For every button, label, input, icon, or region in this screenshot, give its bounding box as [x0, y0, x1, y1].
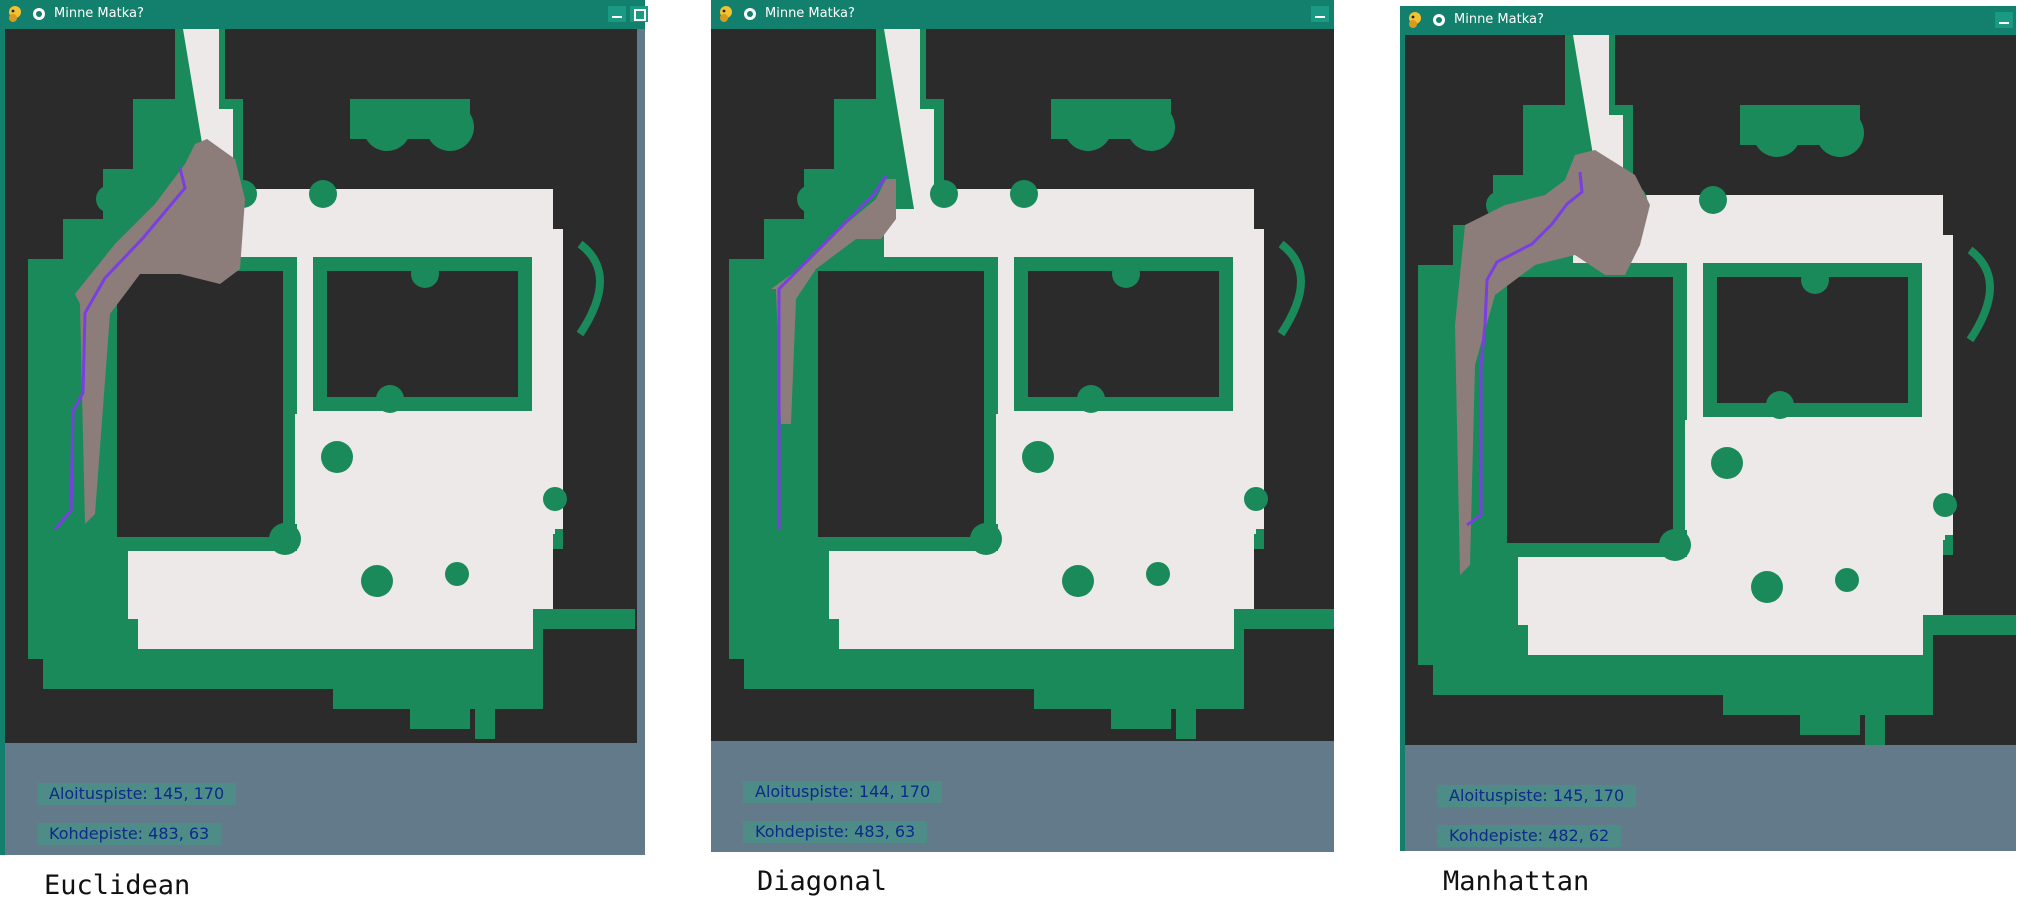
info-panel: Aloituspiste: 145, 170 Kohdepiste: 482, …	[1405, 745, 2016, 851]
caption-diagonal: Diagonal	[757, 866, 888, 897]
window-diagonal: Minne Matka? Aloituspiste: 144, 170 Kohd…	[711, 0, 1334, 852]
castle-map	[729, 29, 1334, 739]
maximize-icon[interactable]	[630, 6, 648, 22]
window-manhattan: Minne Matka? Aloituspiste: 145, 170 Kohd…	[1400, 6, 2016, 851]
minimize-icon[interactable]	[1311, 6, 1329, 22]
pin-icon[interactable]	[33, 8, 45, 20]
castle-map	[1418, 35, 2016, 745]
start-point-label: Aloituspiste: 145, 170	[37, 783, 237, 805]
info-panel: Aloituspiste: 144, 170 Kohdepiste: 483, …	[711, 741, 1334, 852]
goal-point-label: Kohdepiste: 482, 62	[1437, 825, 1622, 847]
window-title: Minne Matka?	[765, 6, 855, 21]
goal-point-label: Kohdepiste: 483, 63	[743, 821, 928, 843]
map-canvas[interactable]	[5, 29, 637, 743]
castle-map	[28, 29, 635, 739]
start-point-label: Aloituspiste: 144, 170	[743, 781, 943, 803]
titlebar[interactable]: Minne Matka?	[0, 0, 648, 29]
caption-manhattan: Manhattan	[1443, 866, 1590, 897]
window-euclidean: Minne Matka? Aloituspiste: 145, 170 Kohd…	[0, 0, 648, 855]
window-title: Minne Matka?	[1454, 12, 1544, 27]
map-canvas[interactable]	[1405, 35, 2016, 745]
pin-icon[interactable]	[744, 8, 756, 20]
python-snake-icon	[9, 6, 21, 22]
map-canvas[interactable]	[711, 29, 1334, 741]
python-snake-icon	[720, 6, 732, 22]
start-point-label: Aloituspiste: 145, 170	[1437, 785, 1637, 807]
pin-icon[interactable]	[1433, 14, 1445, 26]
window-border	[637, 29, 645, 743]
minimize-icon[interactable]	[608, 6, 626, 22]
python-snake-icon	[1409, 12, 1421, 28]
goal-point-label: Kohdepiste: 483, 63	[37, 823, 222, 845]
titlebar[interactable]: Minne Matka?	[1400, 6, 2016, 35]
titlebar[interactable]: Minne Matka?	[711, 0, 1334, 29]
caption-euclidean: Euclidean	[44, 870, 191, 901]
window-title: Minne Matka?	[54, 6, 144, 21]
info-panel: Aloituspiste: 145, 170 Kohdepiste: 483, …	[5, 743, 645, 855]
minimize-icon[interactable]	[1995, 12, 2013, 28]
